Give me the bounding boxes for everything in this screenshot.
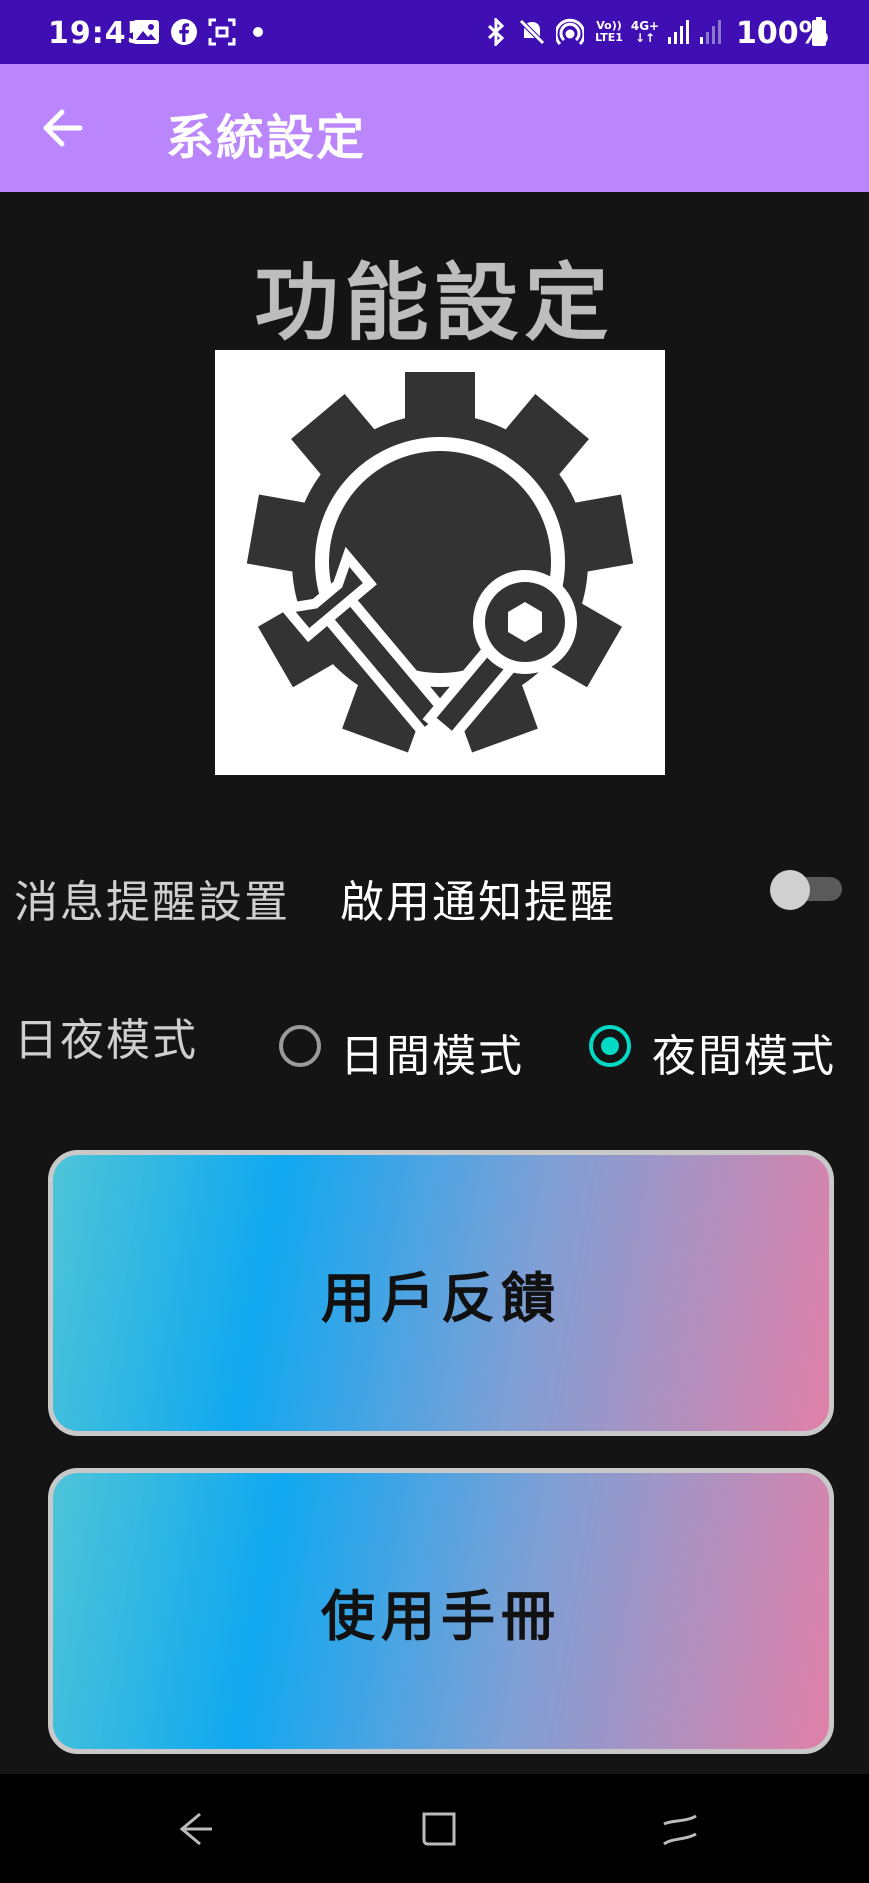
feedback-button-label: 用戶反饋	[321, 1266, 561, 1330]
volte-icon: Vo)) LTE1	[595, 19, 623, 44]
hotspot-icon	[554, 16, 586, 48]
feedback-button[interactable]: 用戶反饋	[48, 1150, 834, 1436]
day-mode-label[interactable]: 日間模式	[340, 1020, 524, 1084]
recents-nav-icon[interactable]	[656, 1804, 706, 1854]
4g-icon: 4G+ ↓↑	[630, 19, 660, 45]
image-icon	[130, 16, 162, 48]
night-mode-label[interactable]: 夜間模式	[652, 1020, 836, 1084]
theme-label: 日夜模式	[14, 1015, 198, 1066]
arrow-left-icon[interactable]	[36, 96, 100, 160]
gear-wrench-icon	[215, 350, 665, 775]
notification-label: 消息提醒設置	[14, 877, 290, 928]
manual-button-label: 使用手冊	[321, 1584, 561, 1648]
day-mode-radio[interactable]	[279, 1025, 321, 1067]
notification-switch[interactable]	[770, 870, 844, 910]
mute-icon	[516, 16, 548, 48]
signal-weak-icon	[698, 16, 724, 48]
manual-button[interactable]: 使用手冊	[48, 1468, 834, 1754]
battery-icon	[810, 16, 828, 48]
facebook-icon	[168, 16, 200, 48]
dot-icon	[250, 16, 266, 48]
home-nav-icon[interactable]	[414, 1804, 464, 1854]
navigation-bar	[0, 1774, 869, 1883]
switch-thumb	[770, 870, 810, 910]
app-bar: 系統設定	[0, 64, 869, 192]
signal-icon	[666, 16, 692, 48]
back-nav-icon[interactable]	[170, 1804, 220, 1854]
scan-icon	[206, 16, 238, 48]
status-bar: 19:45 Vo)) LTE1 4G+ ↓↑ 100%	[0, 0, 869, 64]
bluetooth-icon	[484, 16, 508, 48]
section-title: 功能設定	[254, 254, 615, 352]
page-title: 系統設定	[166, 110, 367, 166]
notification-value: 啟用通知提醒	[340, 877, 616, 928]
night-mode-radio[interactable]	[589, 1025, 631, 1067]
